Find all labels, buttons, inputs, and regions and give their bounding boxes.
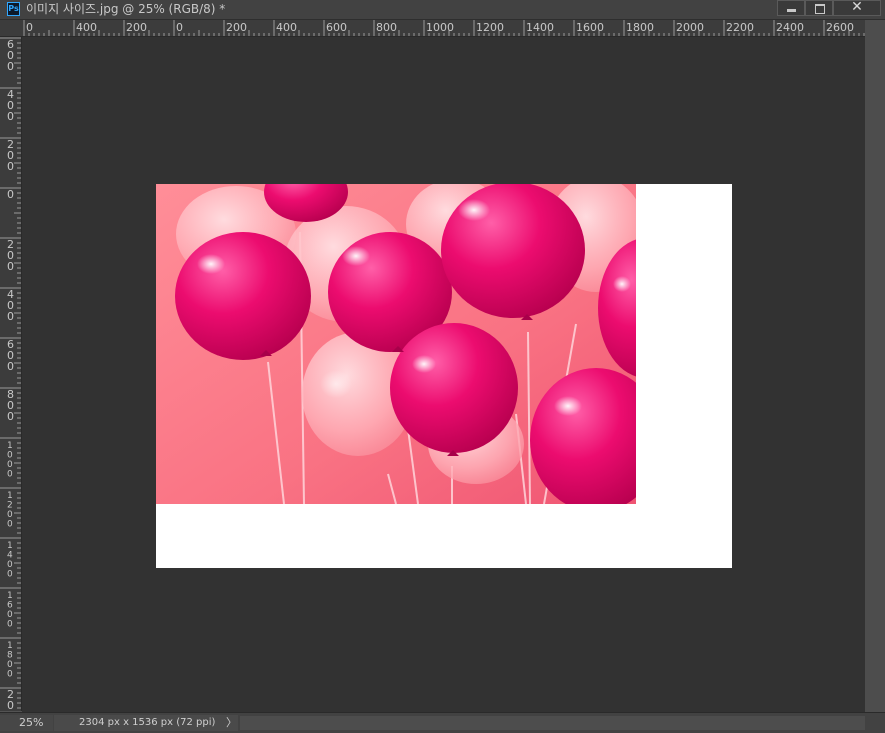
ruler-label: 1200 <box>476 21 504 34</box>
zoom-level-field[interactable]: 25% <box>0 715 53 731</box>
ruler-label-digit: 1 <box>7 491 13 501</box>
ruler-label-digit: 1 <box>7 441 13 451</box>
vertical-ruler-ticks: 6004002000200400600800100012001400160018… <box>0 37 21 711</box>
ruler-label-digit: 0 <box>7 451 13 461</box>
close-icon: ✕ <box>851 0 863 15</box>
balloons-photo <box>156 184 636 504</box>
ruler-label-digit: 0 <box>7 410 14 423</box>
status-bar: 25% 2304 px x 1536 px (72 ppi) 〉 <box>0 712 885 733</box>
ruler-label-digit: 0 <box>7 570 13 580</box>
document-tab-bar: Ps 이미지 사이즈.jpg @ 25% (RGB/8) * ✕ <box>0 0 885 20</box>
ruler-label-digit: 1 <box>7 641 13 651</box>
ruler-label-digit: 8 <box>7 651 13 661</box>
ruler-label-digit: 0 <box>7 510 13 520</box>
ruler-label: 0 <box>176 21 183 34</box>
vertical-scrollbar[interactable] <box>865 20 885 712</box>
ruler-label: 1400 <box>526 21 554 34</box>
ruler-label-digit: 1 <box>7 541 13 551</box>
document-canvas[interactable] <box>156 184 732 568</box>
photoshop-app-icon: Ps <box>7 2 20 16</box>
ruler-label-digit: 0 <box>7 260 14 273</box>
ruler-label: 1800 <box>626 21 654 34</box>
ruler-label: 200 <box>226 21 247 34</box>
ruler-label-digit: 0 <box>7 610 13 620</box>
ruler-label-digit: 0 <box>7 60 14 73</box>
document-info[interactable]: 2304 px x 1536 px (72 ppi) <box>54 715 238 731</box>
ruler-label-digit: 0 <box>7 470 13 480</box>
ruler-label: 1600 <box>576 21 604 34</box>
minimize-button[interactable] <box>777 0 805 16</box>
ruler-label-digit: 6 <box>7 601 13 611</box>
maximize-button[interactable] <box>805 0 833 16</box>
minimize-icon <box>787 9 796 12</box>
vertical-ruler[interactable]: 6004002000200400600800100012001400160018… <box>0 37 22 711</box>
ruler-label: 2400 <box>776 21 804 34</box>
ruler-label-digit: 0 <box>7 160 14 173</box>
ruler-label: 600 <box>326 21 347 34</box>
ruler-label: 400 <box>276 21 297 34</box>
ruler-label-digit: 0 <box>7 310 14 323</box>
canvas-pasteboard[interactable] <box>22 37 865 712</box>
ruler-label: 2600 <box>826 21 854 34</box>
ruler-label-digit: 0 <box>7 670 13 680</box>
document-title[interactable]: 이미지 사이즈.jpg @ 25% (RGB/8) * <box>26 1 225 18</box>
ruler-label: 800 <box>376 21 397 34</box>
ruler-label-digit: 0 <box>7 660 13 670</box>
status-menu-arrow-icon[interactable]: 〉 <box>226 715 237 731</box>
ruler-label-digit: 0 <box>7 710 14 711</box>
ruler-label-digit: 1 <box>7 591 13 601</box>
ruler-label: 1000 <box>426 21 454 34</box>
ruler-label: 2200 <box>726 21 754 34</box>
ruler-label: 2000 <box>676 21 704 34</box>
horizontal-scrollbar[interactable] <box>240 716 865 730</box>
ruler-label: 400 <box>76 21 97 34</box>
ruler-label-digit: 4 <box>7 551 13 561</box>
ruler-label: 200 <box>126 21 147 34</box>
close-button[interactable]: ✕ <box>833 0 881 16</box>
ruler-label-digit: 0 <box>7 520 13 530</box>
ruler-label-digit: 0 <box>7 620 13 630</box>
ruler-label-digit: 2 <box>7 501 13 511</box>
ruler-label: 0 <box>26 21 33 34</box>
maximize-icon <box>815 4 825 14</box>
ruler-label-digit: 0 <box>7 188 14 201</box>
horizontal-ruler[interactable]: 0 400 200 0 200 400 600 800 1000 1200 1400 1600 1800… <box>0 20 865 37</box>
ruler-label-digit: 0 <box>7 360 14 373</box>
balloons-image-layer[interactable] <box>156 184 636 504</box>
horizontal-ruler-ticks: 0 400 200 0 200 400 600 800 1000 1200 1400 1600 1800… <box>23 20 865 36</box>
ruler-label-digit: 0 <box>7 110 14 123</box>
ruler-label-digit: 0 <box>7 560 13 570</box>
ruler-label-digit: 0 <box>7 460 13 470</box>
